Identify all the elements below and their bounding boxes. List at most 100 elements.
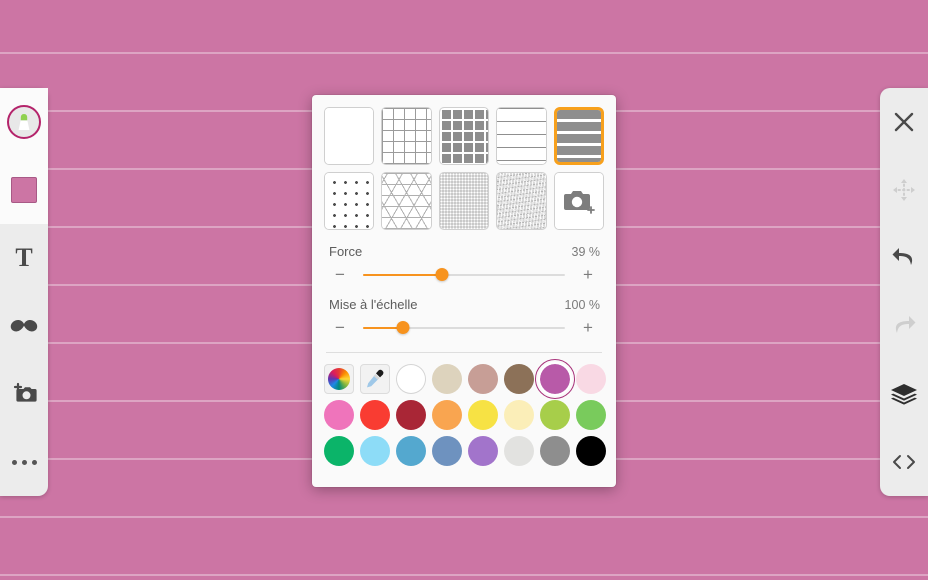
color-pale-pink[interactable]: [576, 364, 606, 394]
color-gray[interactable]: [540, 436, 570, 466]
color-light-gray[interactable]: [504, 436, 534, 466]
pattern-panel: Force 39 % − + Mise à l'échelle 100 % − +: [312, 95, 616, 487]
app-root: T Force 39 % − + Mise à l'échelle 100 % …: [0, 0, 928, 580]
force-slider-knob[interactable]: [435, 267, 449, 281]
color-palette: [324, 359, 606, 466]
color-orange[interactable]: [432, 400, 462, 430]
move-button: [880, 156, 928, 224]
scale-slider-header: Mise à l'échelle 100 %: [324, 297, 604, 312]
pattern-grid-thin[interactable]: [381, 107, 432, 165]
color-row-3: [324, 436, 606, 466]
color-dark-red[interactable]: [396, 400, 426, 430]
text-icon: T: [15, 243, 33, 272]
scale-slider-track[interactable]: [363, 320, 565, 335]
pattern-lines-bold-fill: [556, 110, 601, 162]
pattern-camera-fill: [554, 173, 603, 229]
force-slider-increment[interactable]: +: [575, 266, 601, 283]
pattern-grid-bold[interactable]: [438, 107, 490, 165]
eyedropper-glyph: [367, 369, 384, 388]
force-slider-row: − +: [324, 266, 604, 283]
force-slider-label: Force: [329, 244, 363, 259]
color-wheel-button[interactable]: [324, 364, 354, 394]
color-brown[interactable]: [504, 364, 534, 394]
undo-button[interactable]: [880, 224, 928, 292]
color-orchid[interactable]: [535, 359, 575, 399]
mustache-icon: [9, 318, 39, 334]
color-white[interactable]: [396, 364, 426, 394]
color-blue[interactable]: [396, 436, 426, 466]
color-wheel-glyph: [328, 368, 350, 390]
pattern-grid-bold-fill: [439, 108, 489, 164]
color-row-1: [324, 359, 606, 399]
pattern-fine-dots-fill: [439, 173, 489, 229]
sidebar-item-color-tool[interactable]: [0, 156, 48, 224]
color-pale-yellow[interactable]: [504, 400, 534, 430]
color-emerald[interactable]: [324, 436, 354, 466]
color-row-2: [324, 400, 606, 430]
pattern-fine-dots[interactable]: [438, 172, 490, 230]
scale-slider-knob[interactable]: [396, 320, 410, 334]
pattern-lines-bold[interactable]: [553, 107, 604, 165]
pattern-noise-fill: [497, 173, 546, 229]
ellipsis-icon: [11, 459, 37, 465]
redo-icon: [890, 314, 918, 338]
pattern-camera[interactable]: [553, 172, 604, 230]
scale-slider-value: 100 %: [564, 298, 600, 312]
pattern-triangles[interactable]: [381, 172, 432, 230]
close-button[interactable]: [880, 88, 928, 156]
force-slider-value: 39 %: [571, 245, 601, 259]
sidebar-item-more-tool[interactable]: [0, 428, 48, 496]
force-slider-block: Force 39 % − +: [324, 244, 604, 283]
pattern-swatch-grid: [324, 107, 604, 230]
color-rosy-brown[interactable]: [468, 364, 498, 394]
color-red[interactable]: [360, 400, 390, 430]
color-beige[interactable]: [432, 364, 462, 394]
pattern-noise[interactable]: [496, 172, 547, 230]
sliders-container: Force 39 % − + Mise à l'échelle 100 % − +: [324, 230, 604, 336]
code-button[interactable]: [880, 428, 928, 496]
panel-divider: [326, 352, 602, 353]
scale-slider-block: Mise à l'échelle 100 % − +: [324, 297, 604, 336]
camera-plus-icon: [10, 382, 38, 406]
scale-slider-label: Mise à l'échelle: [329, 297, 418, 312]
pattern-dots[interactable]: [324, 172, 375, 230]
layers-button[interactable]: [880, 360, 928, 428]
color-swatch-icon: [11, 177, 37, 203]
color-yellow[interactable]: [468, 400, 498, 430]
force-slider-header: Force 39 %: [324, 244, 604, 259]
sidebar-item-sticker-tool[interactable]: [0, 292, 48, 360]
redo-button: [880, 292, 928, 360]
color-steel-blue[interactable]: [432, 436, 462, 466]
sidebar-item-text-tool[interactable]: T: [0, 224, 48, 292]
brush-icon: [7, 105, 41, 139]
toolbar-left: T: [0, 88, 48, 496]
pattern-lines-thin-fill: [497, 108, 546, 164]
color-black[interactable]: [576, 436, 606, 466]
sidebar-item-brush-tool[interactable]: [0, 88, 48, 156]
layers-icon: [890, 383, 918, 405]
color-green[interactable]: [576, 400, 606, 430]
undo-icon: [890, 246, 918, 270]
scale-slider-row: − +: [324, 319, 604, 336]
close-icon: [892, 110, 916, 134]
pattern-triangles-fill: [382, 173, 431, 229]
scale-slider-decrement[interactable]: −: [327, 319, 353, 336]
force-slider-decrement[interactable]: −: [327, 266, 353, 283]
pattern-lines-thin[interactable]: [496, 107, 547, 165]
pattern-grid-thin-fill: [382, 108, 431, 164]
pattern-blank[interactable]: [324, 107, 375, 165]
toolbar-right: [880, 88, 928, 496]
force-slider-track[interactable]: [363, 267, 565, 282]
move-icon: [891, 177, 917, 203]
color-hot-pink[interactable]: [324, 400, 354, 430]
scale-slider-increment[interactable]: +: [575, 319, 601, 336]
force-slider-track-fill: [363, 273, 442, 276]
pattern-dots-fill: [325, 173, 374, 229]
code-icon: [890, 453, 918, 471]
color-purple[interactable]: [468, 436, 498, 466]
pattern-blank-fill: [325, 108, 374, 164]
color-sky-blue[interactable]: [360, 436, 390, 466]
eyedropper-button[interactable]: [360, 364, 390, 394]
sidebar-item-photo-tool[interactable]: [0, 360, 48, 428]
color-lime[interactable]: [540, 400, 570, 430]
